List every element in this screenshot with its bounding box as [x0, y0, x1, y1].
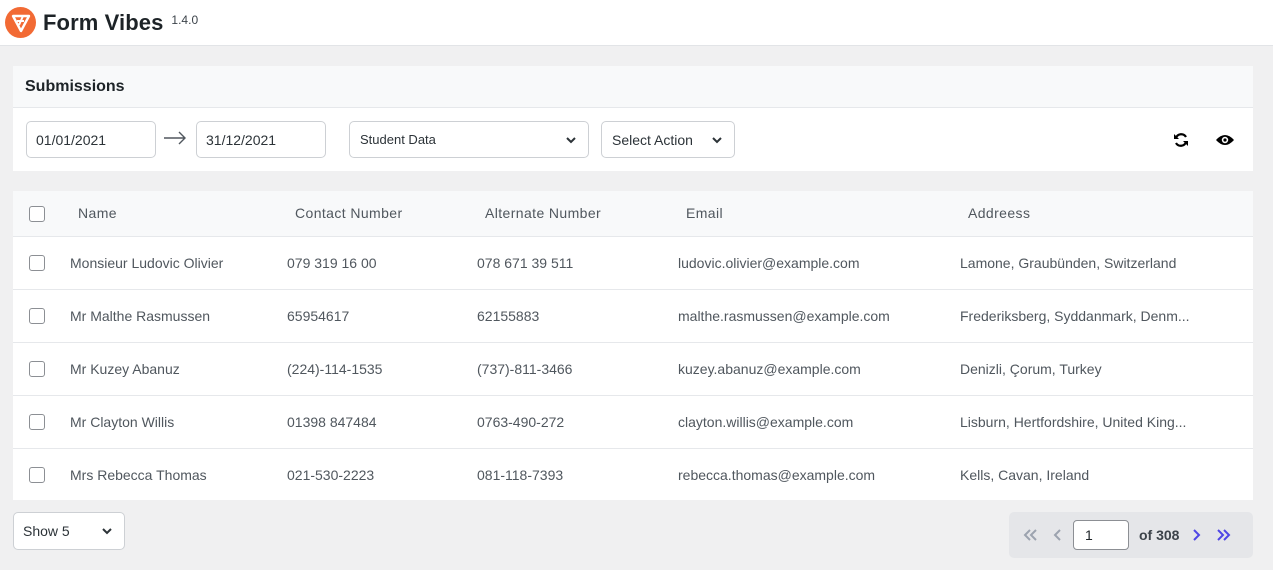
cell-email: ludovic.olivier@example.com — [678, 254, 860, 271]
chevron-down-icon — [712, 136, 722, 143]
form-select[interactable]: Student Data — [349, 121, 589, 158]
cell-address: Denizli, Çorum, Turkey — [960, 360, 1102, 377]
cell-alternate-number: 081-118-7393 — [477, 466, 564, 483]
row-checkbox[interactable] — [29, 255, 45, 272]
panel-header: Submissions — [13, 66, 1253, 108]
submissions-table-panel: Name Contact Number Alternate Number Ema… — [13, 191, 1253, 500]
column-header-address[interactable]: Addreess — [960, 191, 1253, 237]
cell-address: Lamone, Graubünden, Switzerland — [960, 254, 1177, 271]
table-header-row: Name Contact Number Alternate Number Ema… — [13, 191, 1253, 237]
cell-name: Mr Kuzey Abanuz — [70, 360, 180, 377]
chevron-left-icon — [1053, 529, 1061, 541]
chevrons-left-icon — [1023, 529, 1037, 541]
cell-email: rebecca.thomas@example.com — [678, 466, 876, 483]
cell-email: malthe.rasmussen@example.com — [678, 307, 890, 324]
section-title: Submissions — [25, 77, 125, 95]
select-all-checkbox[interactable] — [29, 205, 45, 222]
cell-contact-number: 021-530-2223 — [287, 466, 375, 483]
cell-name: Mrs Rebecca Thomas — [70, 466, 207, 483]
table-row[interactable]: Mr Clayton Willis 01398 847484 0763-490-… — [13, 395, 1253, 448]
cell-name: Mr Clayton Willis — [70, 413, 175, 430]
arrow-right-icon — [163, 131, 187, 150]
cell-email: kuzey.abanuz@example.com — [678, 360, 861, 377]
cell-address: Kells, Cavan, Ireland — [960, 466, 1090, 483]
row-checkbox[interactable] — [29, 361, 45, 378]
table-row[interactable]: Mr Kuzey Abanuz (224)-114-1535 (737)-811… — [13, 342, 1253, 395]
cell-address: Frederiksberg, Syddanmark, Denm... — [960, 307, 1190, 324]
cell-contact-number: (224)-114-1535 — [287, 360, 383, 377]
cell-address: Lisburn, Hertfordshire, United King... — [960, 413, 1187, 430]
app-title: Form Vibes — [43, 9, 164, 35]
column-header-contact-number[interactable]: Contact Number — [287, 191, 477, 237]
first-page-button[interactable] — [1021, 528, 1039, 542]
page-size-select[interactable]: Show 5 — [13, 512, 125, 550]
view-columns-button[interactable] — [1214, 129, 1236, 151]
chevron-right-icon — [1193, 529, 1201, 541]
filters-panel: Submissions 01/01/2021 31/12/2021 Studen… — [13, 66, 1253, 171]
column-header-alternate-number[interactable]: Alternate Number — [477, 191, 678, 237]
submissions-table: Name Contact Number Alternate Number Ema… — [13, 191, 1253, 501]
cell-contact-number: 079 319 16 00 — [287, 254, 377, 271]
cell-alternate-number: (737)-811-3466 — [477, 360, 573, 377]
chevrons-right-icon — [1217, 529, 1231, 541]
column-header-name[interactable]: Name — [70, 191, 287, 237]
cell-contact-number: 01398 847484 — [287, 413, 377, 430]
row-checkbox[interactable] — [29, 308, 45, 325]
action-select[interactable]: Select Action — [601, 121, 735, 158]
table-row[interactable]: Mrs Rebecca Thomas 021-530-2223 081-118-… — [13, 448, 1253, 501]
form-vibes-logo-icon — [5, 7, 36, 38]
cell-email: clayton.willis@example.com — [678, 413, 854, 430]
row-checkbox[interactable] — [29, 467, 45, 484]
date-from-input[interactable]: 01/01/2021 — [26, 121, 156, 158]
previous-page-button[interactable] — [1051, 528, 1065, 542]
column-header-email[interactable]: Email — [678, 191, 960, 237]
total-pages-label: of 308 — [1139, 527, 1180, 543]
chevron-down-icon — [566, 136, 576, 143]
cell-alternate-number: 62155883 — [477, 307, 540, 324]
refresh-icon — [1174, 133, 1188, 147]
next-page-button[interactable] — [1189, 528, 1203, 542]
page-number-input[interactable] — [1073, 520, 1129, 550]
eye-icon — [1216, 135, 1234, 145]
table-row[interactable]: Mr Malthe Rasmussen 65954617 62155883 ma… — [13, 289, 1253, 342]
page-size-value: Show 5 — [23, 523, 70, 539]
date-to-input[interactable]: 31/12/2021 — [196, 121, 326, 158]
form-select-value: Student Data — [360, 132, 436, 147]
row-checkbox[interactable] — [29, 414, 45, 431]
cell-name: Mr Malthe Rasmussen — [70, 307, 211, 324]
app-version: 1.4.0 — [171, 12, 199, 27]
refresh-button[interactable] — [1170, 129, 1192, 151]
chevron-down-icon — [102, 528, 112, 535]
cell-contact-number: 65954617 — [287, 307, 350, 324]
top-bar: Form Vibes 1.4.0 — [0, 0, 1273, 46]
cell-alternate-number: 0763-490-272 — [477, 413, 565, 430]
table-row[interactable]: Monsieur Ludovic Olivier 079 319 16 00 0… — [13, 236, 1253, 289]
action-select-value: Select Action — [612, 131, 693, 148]
cell-alternate-number: 078 671 39 511 — [477, 254, 574, 271]
last-page-button[interactable] — [1215, 528, 1233, 542]
cell-name: Monsieur Ludovic Olivier — [70, 254, 224, 271]
pagination: of 308 — [1009, 512, 1253, 558]
filters-row: 01/01/2021 31/12/2021 Student Data Selec… — [13, 108, 1253, 171]
